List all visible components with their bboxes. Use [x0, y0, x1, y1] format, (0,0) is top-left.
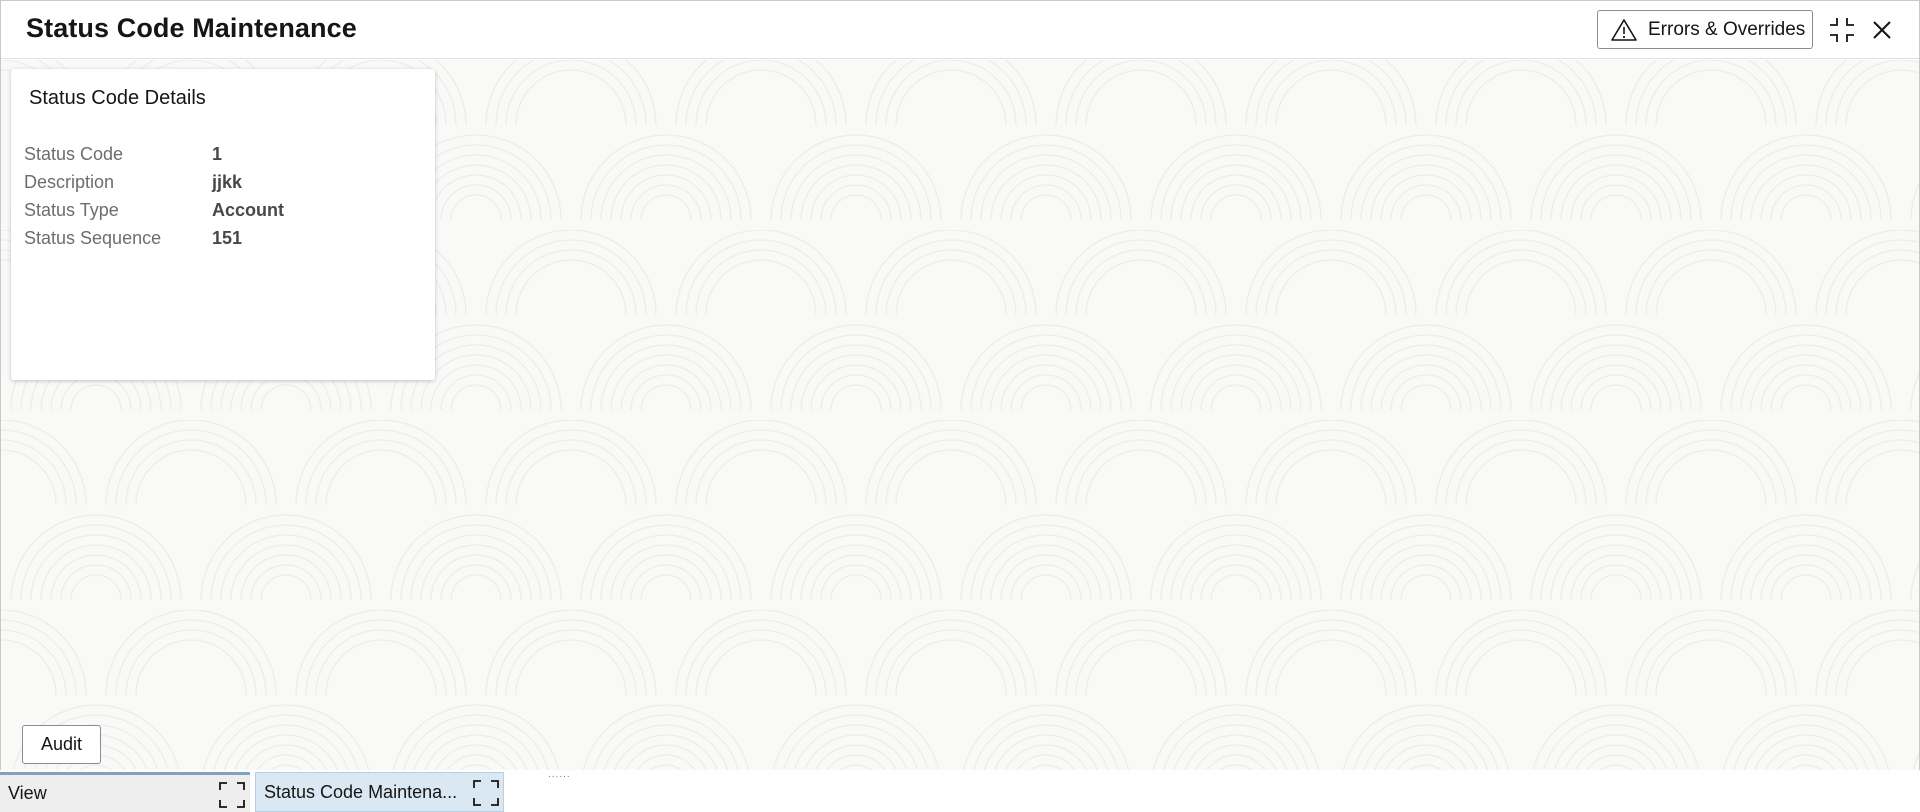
taskbar: View Status Code Maintena...: [0, 770, 1920, 812]
field-label: Status Type: [24, 199, 119, 220]
field-value: 1: [212, 143, 223, 164]
errors-overrides-label: Errors & Overrides: [1648, 18, 1806, 40]
field-label: Description: [24, 171, 115, 192]
taskbar-tab-label: Status Code Maintena...: [264, 781, 458, 802]
close-icon[interactable]: [1867, 15, 1897, 45]
status-code-maintenance-window: Status Code Maintenance Errors & Overrid…: [0, 0, 1920, 770]
field-value: jjkk: [212, 171, 243, 192]
card-title: Status Code Details: [29, 87, 206, 109]
collapse-icon[interactable]: [1827, 15, 1857, 45]
warning-icon: [1610, 18, 1638, 42]
field-value: 151: [212, 227, 243, 248]
field-value: Account: [212, 199, 284, 220]
window-header: Status Code Maintenance Errors & Overrid…: [1, 1, 1919, 59]
status-code-details-card: Status Code Details Status Code 1 Descri…: [11, 69, 435, 380]
field-label: Status Code: [24, 143, 124, 164]
field-status-type: Status Type Account: [24, 197, 284, 223]
field-description: Description jjkk: [24, 169, 242, 195]
audit-button[interactable]: Audit: [22, 725, 101, 764]
taskbar-tab-label: View: [8, 783, 47, 803]
field-label: Status Sequence: [24, 227, 162, 248]
field-status-sequence: Status Sequence 151: [24, 225, 242, 251]
errors-overrides-button[interactable]: Errors & Overrides: [1597, 10, 1813, 49]
expand-icon[interactable]: [472, 779, 500, 807]
page-title: Status Code Maintenance: [26, 13, 357, 43]
taskbar-tab-status-code-maintenance[interactable]: Status Code Maintena...: [255, 772, 504, 812]
resize-grip[interactable]: ......: [548, 769, 571, 780]
expand-icon[interactable]: [218, 781, 246, 809]
field-status-code: Status Code 1: [24, 141, 222, 167]
taskbar-tab-view[interactable]: View: [0, 772, 250, 812]
